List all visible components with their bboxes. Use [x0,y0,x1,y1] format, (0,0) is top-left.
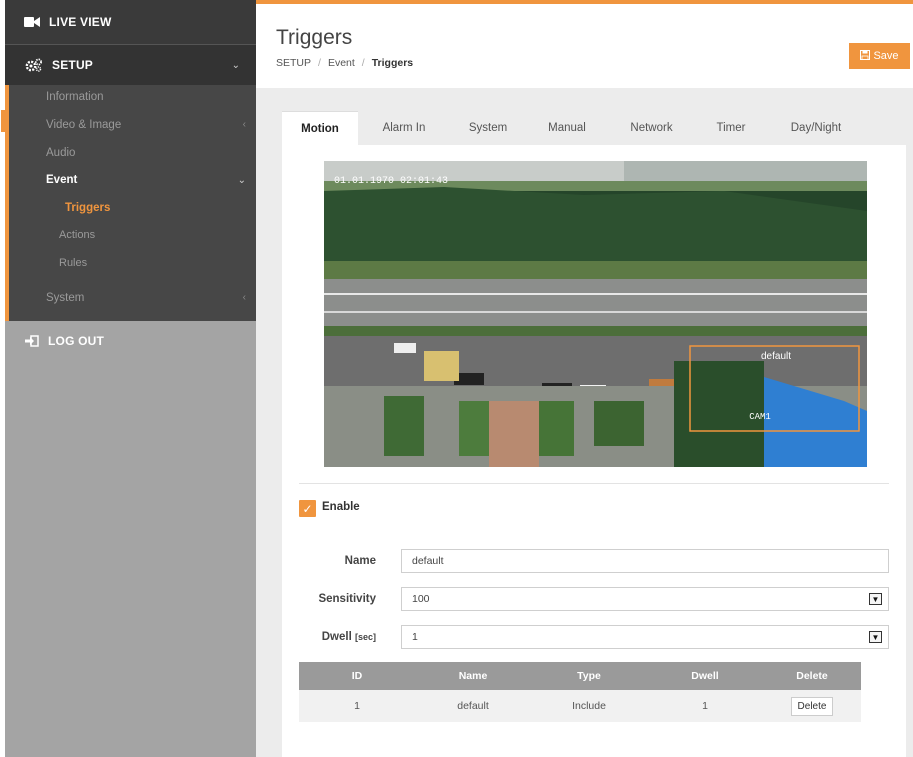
sidebar-item-audio[interactable]: Audio [46,147,75,159]
column-header-name: Name [415,662,531,690]
column-header-dwell: Dwell [647,662,763,690]
sensitivity-label: Sensitivity [318,593,376,605]
sensitivity-value: 100 [412,593,430,605]
dwell-unit: [sec] [354,632,376,642]
page-title: Triggers [276,26,353,49]
active-item-marker [1,110,5,132]
sidebar-item-actions[interactable]: Actions [59,229,95,241]
breadcrumb-setup[interactable]: SETUP [276,57,311,69]
sidebar-setup-label: SETUP [52,58,94,72]
dwell-label-text: Dwell [321,631,352,643]
sensitivity-select[interactable]: 100 ▼ [401,587,889,611]
cell-name: default [415,690,531,722]
sidebar-item-information[interactable]: Information [46,91,104,103]
sidebar-item-rules[interactable]: Rules [59,257,87,269]
sidebar-item-live-view[interactable]: LIVE VIEW [5,0,256,45]
chevron-left-icon: ‹ [242,292,246,303]
tab-timer[interactable]: Timer [695,111,767,145]
sidebar-logout-label: LOG OUT [48,334,105,348]
sidebar-item-event[interactable]: Event [46,174,77,186]
chevron-down-icon: ⌄ [237,175,246,186]
name-input-value: default [412,555,444,567]
sidebar-item-logout[interactable]: LOG OUT [5,330,256,352]
cell-dwell: 1 [647,690,763,722]
table-row[interactable]: 1 default Include 1 Delete [299,690,861,722]
tab-alarm-in[interactable]: Alarm In [358,111,450,145]
column-header-type: Type [531,662,647,690]
column-header-id: ID [299,662,415,690]
setup-submenu [5,85,256,321]
sidebar-item-setup[interactable]: SETUP ⌄ [5,45,256,85]
gears-icon [25,58,43,72]
name-input[interactable]: default [401,549,889,573]
column-header-delete: Delete [763,662,861,690]
chevron-down-icon: ▼ [869,631,882,643]
save-label: Save [873,50,899,62]
sidebar-item-system[interactable]: System [46,292,84,304]
dwell-label: Dwell [sec] [286,631,376,643]
name-label: Name [344,555,376,567]
chevron-down-icon: ⌄ [231,59,240,71]
cell-type: Include [531,690,647,722]
video-timestamp: 01.01.1970 02:01:43 [334,176,448,187]
cell-delete: Delete [763,690,861,722]
breadcrumb-current: Triggers [371,57,414,69]
trigger-tabs: Motion Alarm In System Manual Network Ti… [282,111,906,145]
enable-label: Enable [322,501,360,513]
triggers-table: ID Name Type Dwell Delete 1 default Incl… [299,662,861,722]
dwell-select[interactable]: 1 ▼ [401,625,889,649]
delete-button[interactable]: Delete [790,696,834,716]
tab-manual[interactable]: Manual [526,111,608,145]
video-camera-icon [24,16,40,28]
tab-system[interactable]: System [450,111,526,145]
sidebar-live-view-label: LIVE VIEW [49,15,112,29]
floppy-disk-icon [860,49,871,63]
chevron-down-icon: ▼ [869,593,882,605]
tab-day-night[interactable]: Day/Night [767,111,865,145]
sidebar: LIVE VIEW SETUP ⌄ Information Video & Im… [1,0,256,757]
enable-checkbox[interactable]: ✓ [299,500,316,517]
cell-id: 1 [299,690,415,722]
breadcrumb: SETUP / Event / Triggers [276,57,414,69]
save-button[interactable]: Save [849,43,910,69]
table-header-row: ID Name Type Dwell Delete [299,662,861,690]
motion-zone[interactable] [690,346,860,432]
sidebar-item-triggers[interactable]: Triggers [65,202,110,214]
chevron-left-icon: ‹ [242,119,246,130]
sidebar-item-video-image[interactable]: Video & Image [46,119,121,131]
top-accent-bar [256,0,913,4]
tab-motion[interactable]: Motion [282,111,358,145]
divider [299,483,889,484]
breadcrumb-event[interactable]: Event [328,57,355,69]
tab-network[interactable]: Network [608,111,695,145]
sign-out-icon [25,335,39,347]
checkmark-icon: ✓ [302,501,313,516]
dwell-value: 1 [412,631,418,643]
